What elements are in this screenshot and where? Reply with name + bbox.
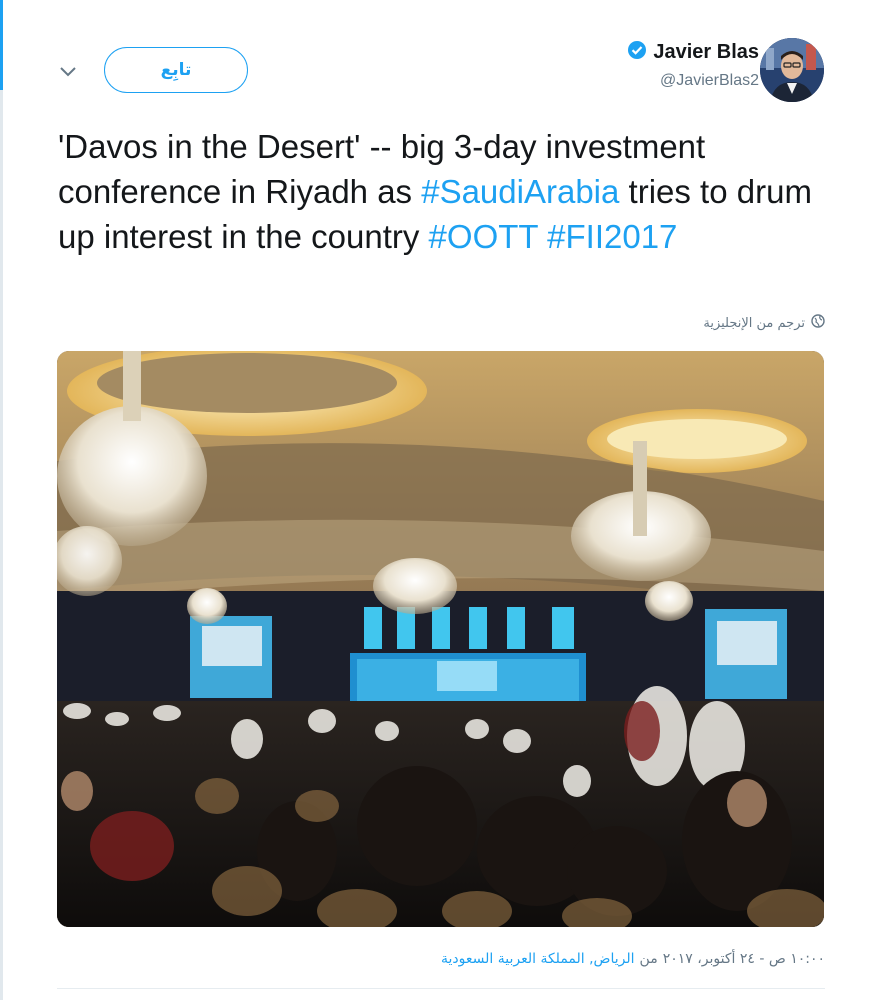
chevron-down-icon[interactable] xyxy=(58,62,78,82)
divider xyxy=(57,988,825,989)
tweet-metadata: ١٠:٠٠ ص - ٢٤ أكتوبر، ٢٠١٧ من الرياض, الم… xyxy=(441,951,825,967)
user-handle[interactable]: @JavierBlas2 xyxy=(627,72,759,90)
verified-badge-icon xyxy=(627,40,647,64)
display-name[interactable]: Javier Blas xyxy=(653,41,759,64)
tweet-text-segment xyxy=(538,218,547,255)
from-label: من xyxy=(639,951,658,967)
avatar[interactable] xyxy=(760,38,824,102)
translate-label[interactable]: ترجم من الإنجليزية xyxy=(703,316,805,331)
tweet-photo[interactable] xyxy=(57,351,824,927)
user-info[interactable]: Javier Blas @JavierBlas2 xyxy=(627,40,759,90)
globe-icon xyxy=(811,314,825,332)
translate-link[interactable]: ترجم من الإنجليزية xyxy=(703,314,825,332)
hashtag-link[interactable]: #OOTT xyxy=(429,218,538,255)
follow-button[interactable]: تابِع xyxy=(104,47,248,93)
window-edge-accent xyxy=(0,0,3,90)
location-link[interactable]: الرياض, المملكة العربية السعودية xyxy=(441,951,635,967)
tweet-text: 'Davos in the Desert' -- big 3-day inves… xyxy=(58,124,828,259)
hashtag-link[interactable]: #FII2017 xyxy=(547,218,677,255)
tweet-timestamp[interactable]: ١٠:٠٠ ص - ٢٤ أكتوبر، ٢٠١٧ xyxy=(663,951,825,967)
hashtag-link[interactable]: #SaudiArabia xyxy=(421,173,619,210)
window-edge xyxy=(0,0,3,1000)
